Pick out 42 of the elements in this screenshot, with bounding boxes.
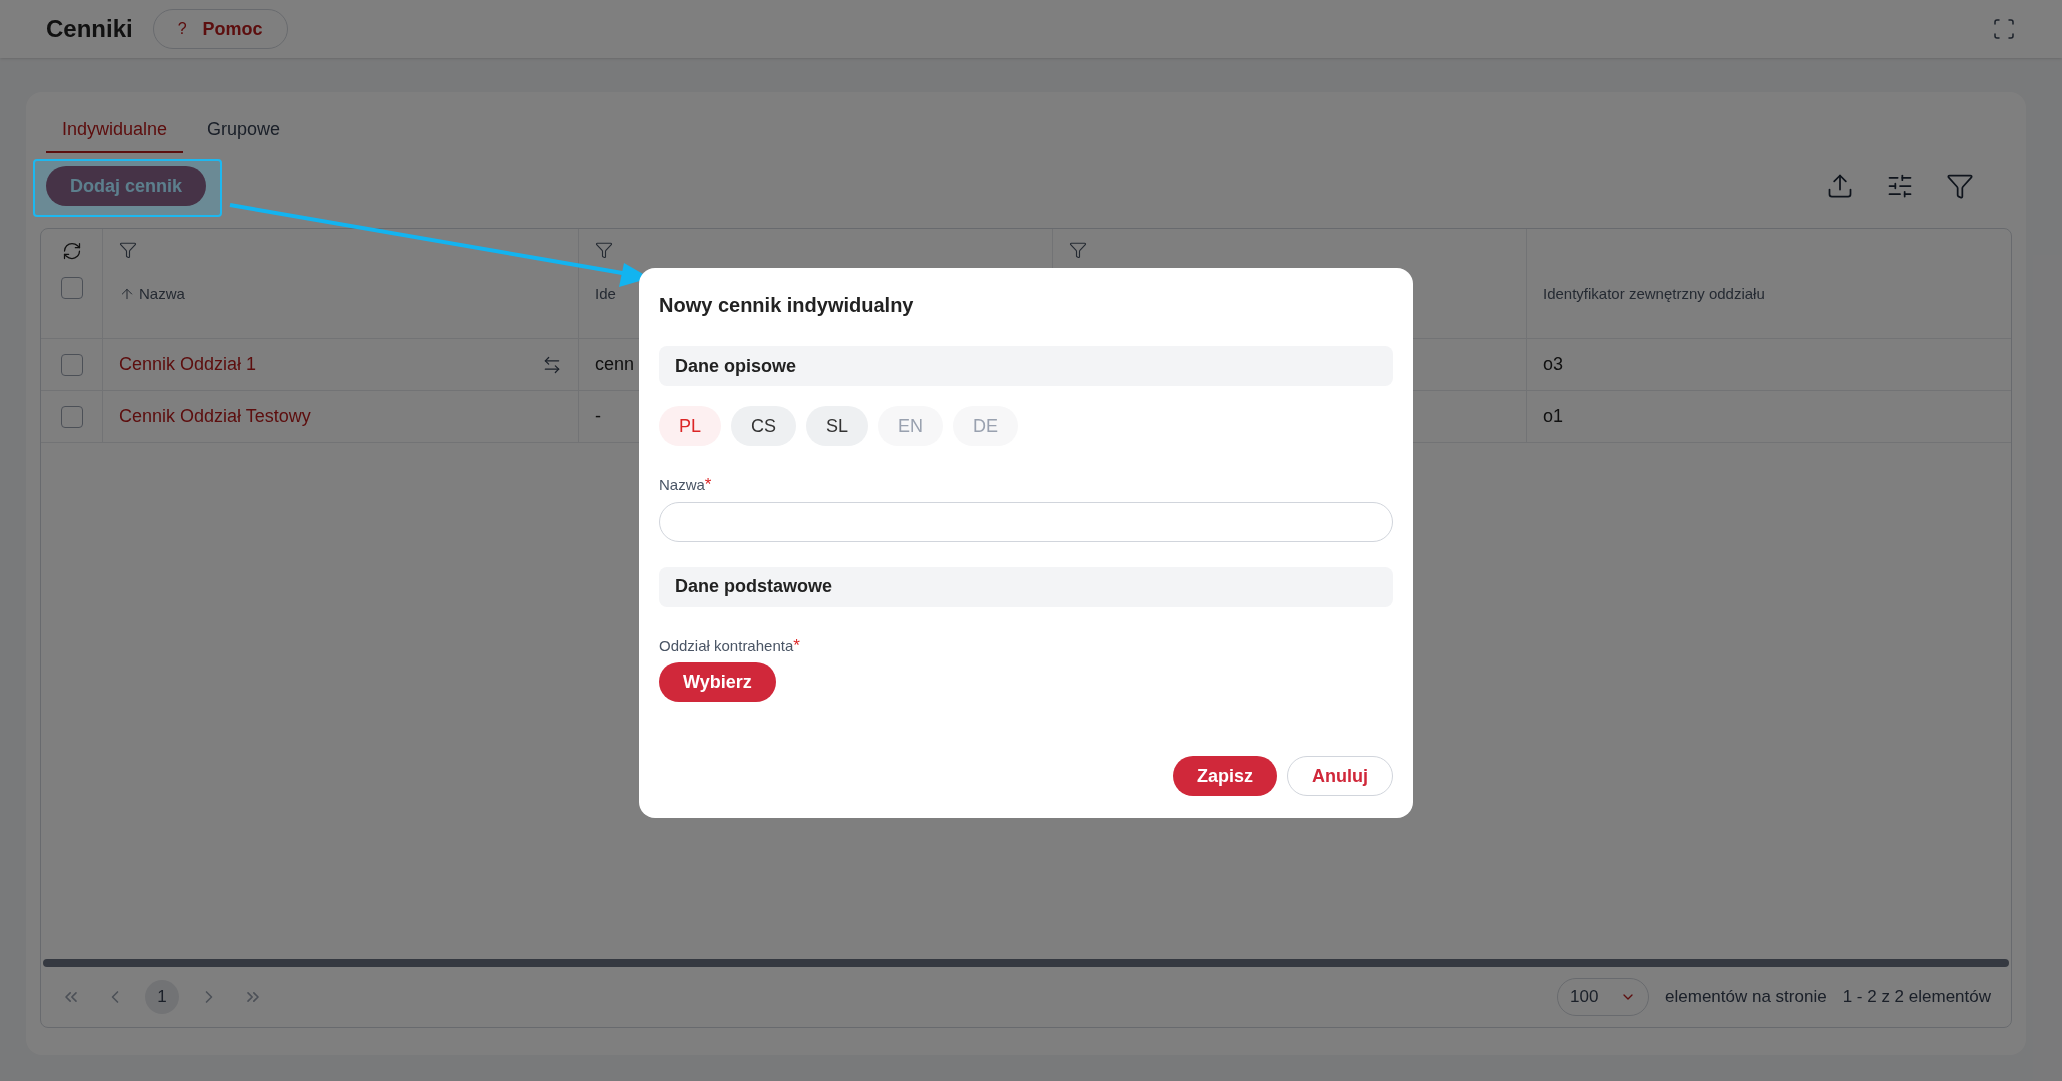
- refresh-icon[interactable]: [61, 241, 82, 261]
- section-header: Dane podstawowe: [659, 566, 1393, 607]
- settings-icon[interactable]: [1886, 172, 1914, 200]
- choose-button[interactable]: Wybierz: [659, 662, 776, 702]
- horizontal-scrollbar[interactable]: [43, 959, 2009, 967]
- name-input-field[interactable]: [659, 501, 1393, 542]
- save-button[interactable]: Zapisz: [1173, 756, 1277, 796]
- field-label: Oddział kontrahenta*: [659, 634, 801, 657]
- dialog-title: Nowy cennik indywidualny: [659, 293, 915, 318]
- column-header[interactable]: Identyfikator zewnętrzny oddziału: [1543, 283, 1765, 306]
- page-button[interactable]: 1: [145, 980, 179, 1014]
- tab[interactable]: Indywidualne: [46, 112, 184, 153]
- section-header: Dane opisowe: [659, 346, 1393, 386]
- price-list-link[interactable]: Cennik Oddział 1: [119, 351, 257, 378]
- price-list-link[interactable]: Cennik Oddział Testowy: [119, 403, 311, 430]
- filter-icon[interactable]: [1069, 241, 1087, 259]
- filter-icon[interactable]: [119, 241, 137, 259]
- field-label: Nazwa*: [659, 474, 713, 496]
- tab[interactable]: Grupowe: [191, 112, 297, 153]
- table-cell: o3: [1543, 354, 1564, 374]
- filter-icon[interactable]: [595, 241, 613, 259]
- language-tab[interactable]: EN: [878, 406, 944, 446]
- table-cell: o1: [1543, 406, 1564, 426]
- add-price-list-button[interactable]: Dodaj cennik: [46, 166, 207, 206]
- column-header[interactable]: Nazwa: [139, 283, 185, 306]
- page-title: Cenniki: [46, 14, 133, 44]
- language-tab[interactable]: PL: [659, 406, 722, 446]
- table-cell-text: cenn: [595, 353, 635, 376]
- checkbox[interactable]: [60, 277, 83, 299]
- column-header[interactable]: Ide: [595, 283, 616, 306]
- language-tab[interactable]: SL: [806, 406, 869, 446]
- table-cell-text: -: [595, 405, 601, 428]
- filter-icon[interactable]: [1946, 172, 1974, 200]
- language-tab[interactable]: DE: [953, 406, 1019, 446]
- per-page-label: elementów na stronie: [1665, 986, 1827, 1009]
- export-icon[interactable]: [1826, 172, 1854, 200]
- checkbox[interactable]: [60, 405, 83, 428]
- swap-icon[interactable]: [542, 354, 562, 375]
- range-text: 1 - 2 z 2 elementów: [1842, 986, 1991, 1009]
- fullscreen-icon[interactable]: [1992, 17, 2016, 41]
- language-tab[interactable]: CS: [731, 406, 797, 446]
- checkbox[interactable]: [60, 353, 83, 376]
